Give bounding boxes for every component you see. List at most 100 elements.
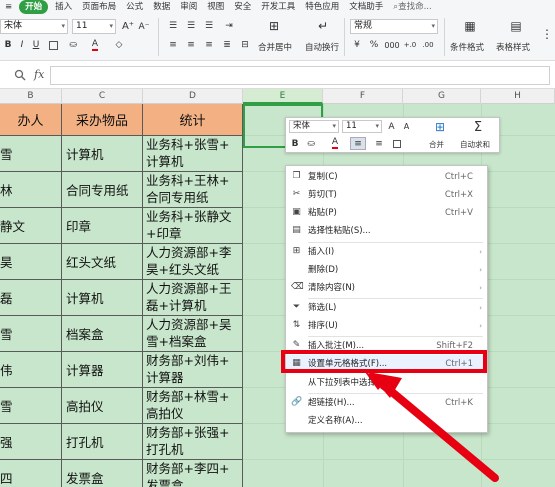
column-header-d[interactable]: D [143,89,243,104]
menu-item-paste-special[interactable]: ▤ 选择性粘贴(S)... [286,222,487,240]
column-header-c[interactable]: C [62,89,143,104]
font-name-select[interactable]: 宋体 ▾ [0,19,68,34]
menu-tab-data[interactable]: 数据 [148,0,175,14]
indent-button[interactable]: ⇥ [222,19,236,33]
cell-summary[interactable]: 财务部+刘伟+ 计算器 [143,352,243,388]
mini-decrease-font-button[interactable]: A [400,120,413,133]
menu-tab-review[interactable]: 审阅 [175,0,202,14]
cell-summary[interactable]: 财务部+李四+ 发票盒 [143,460,243,487]
mini-fill-color-button[interactable]: ⛀ [304,137,318,150]
align-center-button[interactable]: ≡ [184,38,198,52]
increase-decimal-button[interactable]: +.0 [402,38,418,52]
header-cell-item[interactable]: 采办物品 [62,104,143,136]
cell-handler[interactable]: 静文 [0,208,62,244]
menu-tab-security[interactable]: 安全 [229,0,256,14]
menu-item-clear[interactable]: ⌫ 清除内容(N) › [286,279,487,297]
align-left-button[interactable]: ≡ [166,38,180,52]
zoom-icon[interactable] [14,69,26,81]
menu-item-define-name[interactable]: 定义名称(A)... [286,412,487,430]
align-right-button[interactable]: ≡ [202,38,216,52]
cell-item[interactable]: 发票盒 [62,460,143,487]
menu-item-copy[interactable]: ❐ 复制(C) Ctrl+C [286,168,487,186]
mini-border-button[interactable] [390,137,404,150]
cell-summary[interactable]: 人力资源部+王 磊+计算机 [143,280,243,316]
menu-item-cut[interactable]: ✂ 剪切(T) Ctrl+X [286,186,487,204]
cell-item[interactable]: 计算机 [62,280,143,316]
cell-summary[interactable]: 业务科+王林+ 合同专用纸 [143,172,243,208]
menu-tab-doc-assistant[interactable]: 文档助手 [344,0,388,14]
menu-item-insert[interactable]: ⊞ 插入(I) › [286,243,487,261]
mini-increase-font-button[interactable]: A [385,120,398,133]
cell-item[interactable]: 合同专用纸 [62,172,143,208]
cell-handler[interactable]: 伟 [0,352,62,388]
column-header-b[interactable]: B [0,89,62,104]
menu-tab-page-layout[interactable]: 页面布局 [77,0,121,14]
menu-tab-view[interactable]: 视图 [202,0,229,14]
header-cell-summary[interactable]: 统计 [143,104,243,136]
cell-handler[interactable]: 雪 [0,136,62,172]
menu-item-paste[interactable]: ▣ 粘贴(P) Ctrl+V [286,204,487,222]
fx-icon[interactable]: fx [34,68,44,81]
search-command[interactable]: ⌕查找命... [388,0,436,14]
column-header-g[interactable]: G [403,89,481,104]
menu-item-filter[interactable]: ⏷ 筛选(L) › [286,299,487,317]
cell-handler[interactable]: 昊 [0,244,62,280]
menu-item-delete[interactable]: 删除(D) › [286,261,487,279]
cell-item[interactable]: 印章 [62,208,143,244]
cell-item[interactable]: 计算机 [62,136,143,172]
column-header-f[interactable]: F [323,89,403,104]
menu-start[interactable]: ≡ [0,0,17,14]
cell-summary[interactable]: 财务部+张强+ 打孔机 [143,424,243,460]
decrease-font-button[interactable]: A⁻ [137,19,151,34]
cell-item[interactable]: 打孔机 [62,424,143,460]
cell-item[interactable]: 红头文纸 [62,244,143,280]
number-format-select[interactable]: 常规 ▾ [350,19,438,34]
mini-bold-button[interactable]: B [289,137,301,150]
underline-button[interactable]: U [30,38,42,52]
thousands-button[interactable]: 000 [384,38,400,52]
decrease-decimal-button[interactable]: .00 [420,38,436,52]
distribute-button[interactable]: ⊟ [238,38,252,52]
currency-button[interactable]: ¥ [350,38,364,52]
font-color-button[interactable]: A [88,38,102,52]
formula-input[interactable] [50,66,550,85]
cell-handler[interactable]: 雪 [0,316,62,352]
menu-item-sort[interactable]: ⇅ 排序(U) › [286,317,487,335]
cell-summary[interactable]: 人力资源部+李 昊+红头文纸 [143,244,243,280]
mini-font-size-select[interactable]: 11 ▾ [342,120,382,133]
column-header-e[interactable]: E [243,89,323,104]
mini-autosum-button[interactable]: 自动求和 [460,139,490,150]
menu-tab-formulas[interactable]: 公式 [121,0,148,14]
bold-button[interactable]: B [2,38,14,52]
mini-align-center-button[interactable]: ≡ [350,137,366,150]
cell-item[interactable]: 高拍仪 [62,388,143,424]
cell-summary[interactable]: 人力资源部+吴 雪+档案盒 [143,316,243,352]
justify-button[interactable]: ≣ [220,38,234,52]
italic-button[interactable]: I [16,38,28,52]
align-bottom-button[interactable]: ☰ [202,19,216,33]
merge-center-button[interactable]: 合并居中 [258,41,292,53]
more-icon[interactable]: ⋮ [541,24,553,44]
menu-tab-insert[interactable]: 插入 [50,0,77,14]
conditional-format-button[interactable]: 条件格式 [450,41,484,53]
column-header-h[interactable]: H [481,89,555,104]
table-style-button[interactable]: 表格样式 [496,41,530,53]
border-button[interactable] [46,38,60,52]
increase-font-button[interactable]: A⁺ [121,19,135,34]
mini-align-right-button[interactable]: ≡ [372,137,386,150]
align-middle-button[interactable]: ☰ [184,19,198,33]
cell-handler[interactable]: 雪 [0,388,62,424]
menu-tab-developer[interactable]: 开发工具 [256,0,300,14]
menu-tab-special[interactable]: 特色应用 [300,0,344,14]
font-size-select[interactable]: 11 ▾ [72,19,116,34]
cell-summary[interactable]: 财务部+林雪+ 高拍仪 [143,388,243,424]
menu-item-pick-from-list[interactable]: 从下拉列表中选择... [286,374,487,392]
mini-font-color-button[interactable]: A [328,137,342,150]
cell-handler[interactable]: 强 [0,424,62,460]
mini-merge-button[interactable]: 合并 [429,139,444,150]
menu-item-hyperlink[interactable]: 🔗 超链接(H)... Ctrl+K [286,394,487,412]
wrap-text-button[interactable]: 自动换行 [305,41,339,53]
cell-handler[interactable]: 四 [0,460,62,487]
cell-handler[interactable]: 磊 [0,280,62,316]
align-top-button[interactable]: ☰ [166,19,180,33]
